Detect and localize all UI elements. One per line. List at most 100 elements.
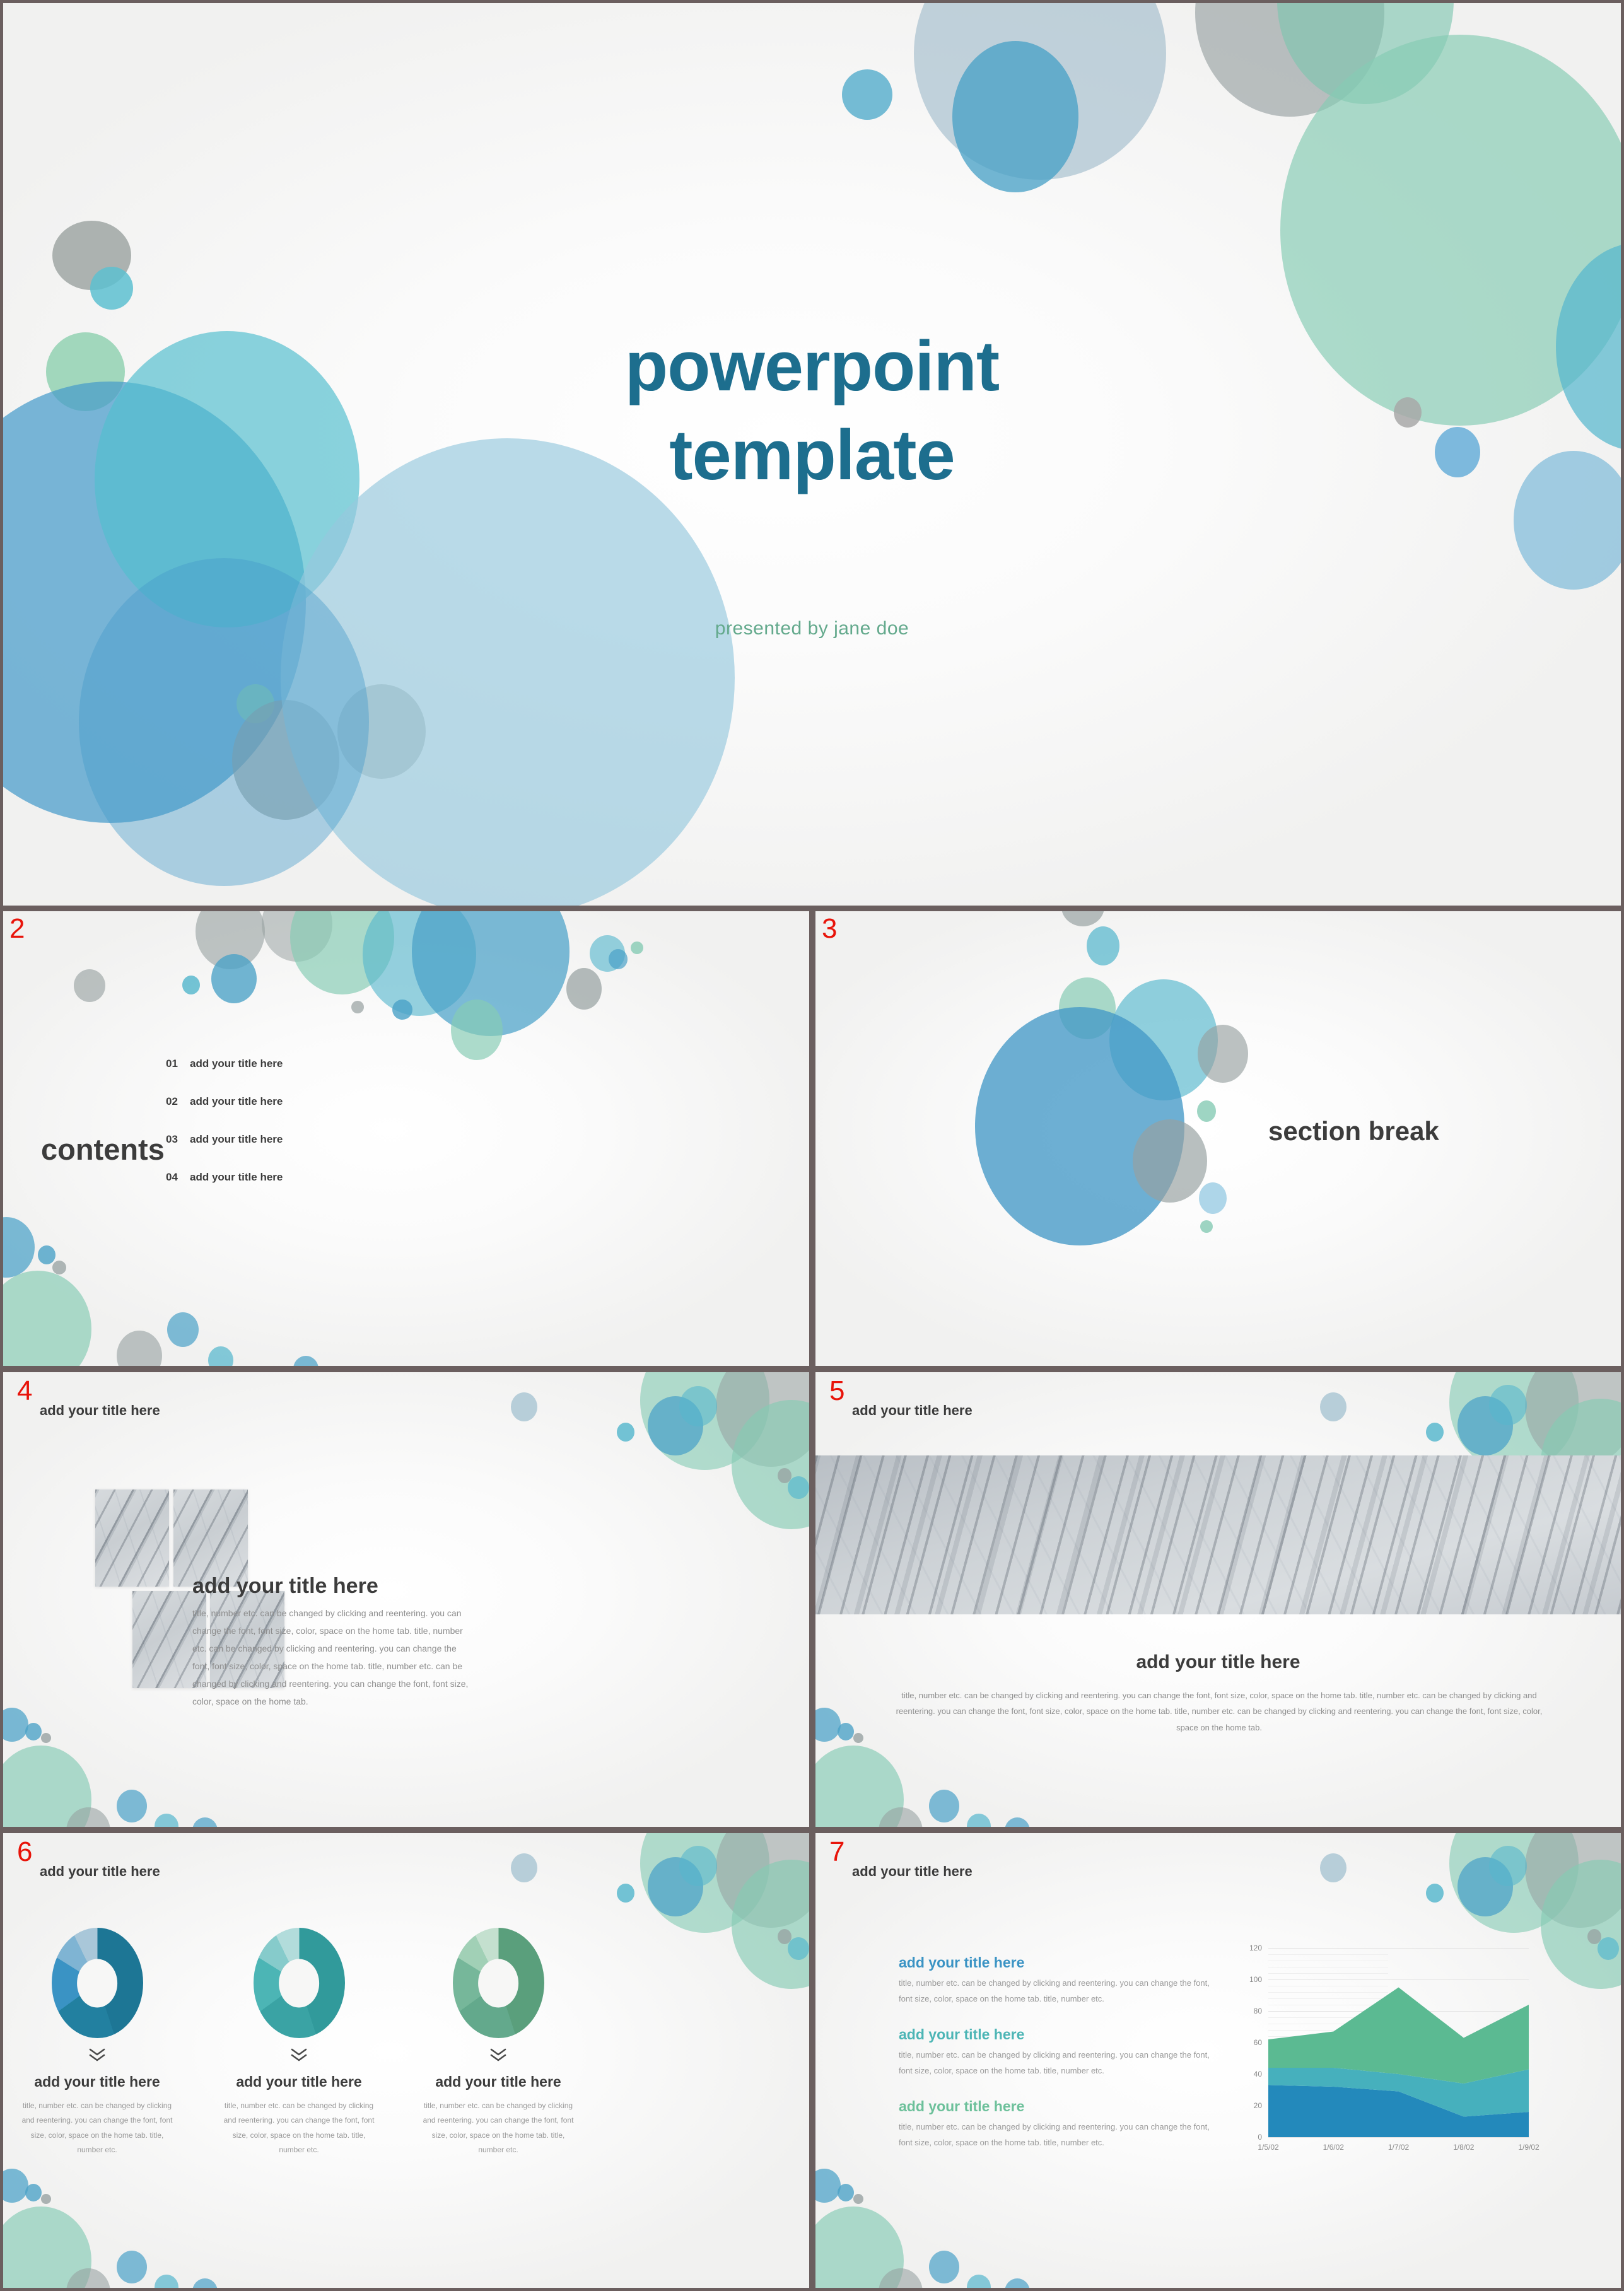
chevron-down-icon (289, 2047, 308, 2063)
y-axis-tick-label: 20 (1253, 2101, 1262, 2110)
title-line-2: template (669, 416, 955, 495)
donut-column: add your title here title, number etc. c… (3, 1928, 195, 2158)
page-title: powerpoint template (3, 322, 1621, 499)
x-axis-tick-label: 1/9/02 (1518, 2143, 1539, 2152)
chart-gridline (1268, 2137, 1529, 2138)
snowy-forest-texture (815, 1455, 1621, 1614)
y-axis-tick-label: 0 (1258, 2133, 1262, 2142)
list-item[interactable]: add your title here title, number etc. c… (899, 2098, 1217, 2151)
area-chart[interactable]: 0 20 40 60 80 100 120 1/5/02 1/6/02 1/7/02 1/8/02 1… (1249, 1944, 1539, 2152)
column-body: title, number etc. can be changed by cli… (223, 2101, 375, 2155)
item-label: add your title here (190, 1171, 283, 1183)
column-title: add your title here (435, 2073, 561, 2090)
donut-column: add your title here title, number etc. c… (400, 1928, 596, 2158)
photo-thumbnail[interactable] (173, 1489, 248, 1587)
bubble-decoration (38, 1245, 55, 1264)
content-title: add your title here (1136, 1652, 1300, 1672)
bubble-decoration (679, 1386, 717, 1426)
slide-header-title: add your title here (40, 1402, 160, 1418)
bubble-decoration (25, 1723, 42, 1740)
content-body: title, number etc. can be changed by cli… (896, 1691, 1543, 1732)
list-item[interactable]: 04 add your title here (166, 1171, 283, 1184)
slide-number: 3 (822, 913, 838, 944)
slide-6-donut-charts[interactable]: 6 add your title here add your title her… (0, 1830, 812, 2291)
item-label: add your title here (190, 1095, 283, 1107)
section-break-heading: section break (1268, 1116, 1439, 1146)
bubble-decoration (929, 2251, 959, 2283)
item-number: 01 (166, 1058, 178, 1070)
photo-thumbnail[interactable] (95, 1489, 169, 1587)
bubble-decoration (952, 41, 1078, 192)
bubble-decoration (182, 976, 200, 994)
donut-chart-2[interactable] (253, 1928, 345, 2038)
slide-header-title: add your title here (40, 1863, 160, 1879)
column-title: add your title here (236, 2073, 362, 2090)
area-chart-svg (1268, 1987, 1529, 2137)
bubble-decoration (211, 954, 257, 1003)
slide-5-banner[interactable]: 5 add your title here add your title her… (812, 1369, 1624, 1830)
bubble-decoration (25, 2184, 42, 2201)
column-body: title, number etc. can be changed by cli… (21, 2101, 173, 2155)
bubble-decoration (1426, 1884, 1444, 1903)
slide-deck: powerpoint template presented by jane do… (0, 0, 1624, 2291)
y-axis-tick-label: 80 (1253, 2007, 1262, 2015)
bubble-decoration (853, 2194, 863, 2204)
slide-7-area-chart[interactable]: 7 add your title here add your title her… (812, 1830, 1624, 2291)
bubble-decoration (1133, 1119, 1207, 1203)
item-number: 02 (166, 1095, 178, 1107)
contents-list: 01 add your title here 02 add your title… (166, 1058, 283, 1184)
slide-1-title[interactable]: powerpoint template presented by jane do… (0, 0, 1624, 908)
slide-2-contents[interactable]: 2 contents 01 add your title here 02 add… (0, 908, 812, 1369)
chevron-down-icon (489, 2047, 508, 2063)
bubble-decoration (617, 1423, 634, 1442)
x-axis-tick-label: 1/8/02 (1453, 2143, 1475, 2152)
contents-heading: contents (41, 1133, 165, 1166)
column-title: add your title here (34, 2073, 160, 2090)
bubble-decoration (392, 1000, 412, 1020)
list-item[interactable]: add your title here title, number etc. c… (899, 1954, 1217, 2007)
feature-list: add your title here title, number etc. c… (899, 1954, 1217, 2170)
bubble-decoration (679, 1846, 717, 1886)
x-axis-tick-label: 1/7/02 (1387, 2143, 1410, 2152)
bubble-decoration (41, 1733, 51, 1743)
chevron-down-icon (88, 2047, 107, 2063)
bubble-decoration (79, 558, 369, 886)
slide-number: 2 (9, 913, 25, 944)
bubble-decoration (74, 969, 105, 1002)
snow-photo-texture (95, 1489, 169, 1587)
item-label: add your title here (190, 1133, 283, 1145)
feature-body: title, number etc. can be changed by cli… (899, 2049, 1210, 2075)
item-label: add your title here (190, 1058, 283, 1070)
bubble-decoration (41, 2194, 51, 2204)
list-item[interactable]: 03 add your title here (166, 1133, 283, 1146)
content-body: title, number etc. can be changed by cli… (192, 1608, 469, 1706)
bubble-decoration (167, 1312, 199, 1347)
bubble-decoration (511, 1392, 537, 1421)
feature-title: add your title here (899, 2097, 1025, 2114)
slide-4-photo-grid[interactable]: 4 add your title here add your title her… (0, 1369, 812, 1830)
y-axis-tick-label: 120 (1249, 1944, 1262, 1952)
y-axis-tick-label: 100 (1249, 1975, 1262, 1984)
banner-image[interactable] (815, 1455, 1621, 1614)
x-axis-tick-label: 1/6/02 (1323, 2143, 1344, 2152)
donut-chart-1[interactable] (51, 1928, 143, 2038)
bubble-decoration (1199, 1182, 1227, 1214)
bubble-decoration (842, 69, 892, 120)
feature-body: title, number etc. can be changed by cli… (899, 2121, 1210, 2147)
slide-3-section-break[interactable]: 3 section break (812, 908, 1624, 1369)
bubble-decoration (208, 1346, 233, 1366)
list-item[interactable]: add your title here title, number etc. c… (899, 2026, 1217, 2079)
bubble-decoration (1320, 1853, 1347, 1882)
list-item[interactable]: 01 add your title here (166, 1058, 283, 1070)
list-item[interactable]: 02 add your title here (166, 1095, 283, 1108)
bubble-decoration (451, 1000, 503, 1060)
x-axis-tick-label: 1/5/02 (1258, 2143, 1279, 2152)
item-number: 04 (166, 1171, 178, 1183)
bubble-decoration (52, 1261, 66, 1274)
donut-chart-3[interactable] (452, 1928, 544, 2038)
donut-column: add your title here title, number etc. c… (201, 1928, 397, 2158)
bubble-decoration (90, 267, 133, 310)
bubble-decoration (1197, 1100, 1216, 1122)
bubble-decoration (1489, 1385, 1527, 1425)
bubble-decoration (351, 1001, 364, 1013)
